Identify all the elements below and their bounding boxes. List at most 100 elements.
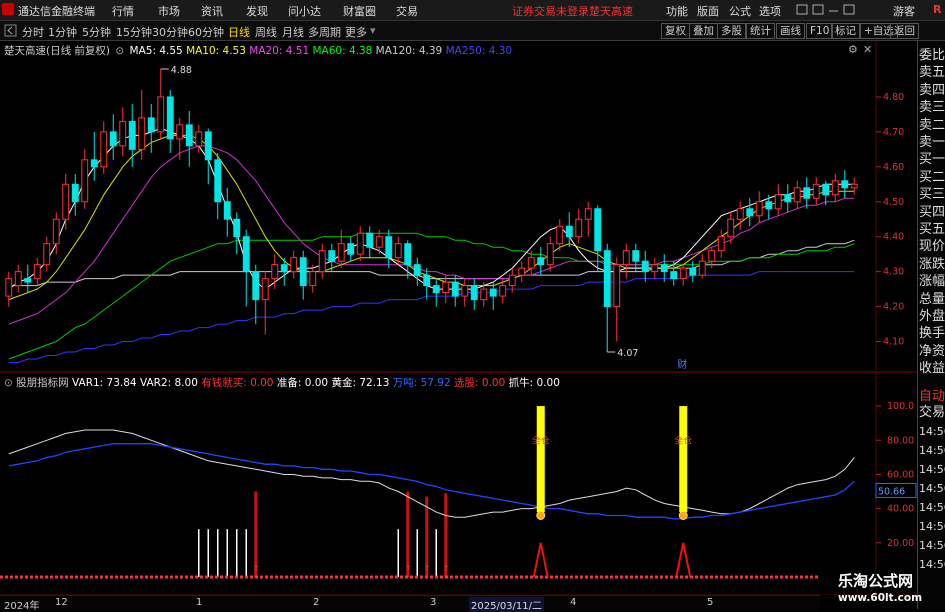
quote-label: 买二 bbox=[919, 169, 945, 185]
btn-duogu[interactable]: 多股 bbox=[717, 23, 746, 39]
red-arrow-icon: ↑ bbox=[424, 564, 431, 573]
candle-body bbox=[432, 285, 440, 294]
candle-body bbox=[138, 117, 146, 150]
red-spike bbox=[532, 542, 549, 578]
cai-marker: 财 bbox=[677, 358, 687, 371]
menu-caifuquan[interactable]: 财富圈 bbox=[343, 3, 376, 19]
btn-fuquan[interactable]: 复权 bbox=[661, 23, 690, 39]
window-icons bbox=[796, 4, 855, 15]
tf-fenshi[interactable]: 分时 bbox=[22, 24, 44, 40]
candle-body bbox=[603, 250, 611, 308]
menu-jiaoyi[interactable]: 交易 bbox=[396, 3, 418, 19]
tick-time: 14:56 bbox=[919, 463, 945, 476]
candle-body bbox=[793, 187, 801, 203]
ma120-label: MA120: 4.39 bbox=[375, 45, 443, 57]
watermark-url: www.60lt.com bbox=[838, 592, 923, 604]
date-label: 2 bbox=[313, 597, 320, 608]
tick-time: 14:56 bbox=[919, 558, 945, 571]
wandun-line bbox=[8, 443, 855, 520]
quote-label: 委比 bbox=[919, 48, 945, 63]
menu-xuanxiang[interactable]: 选项 bbox=[759, 3, 781, 19]
var2-label: VAR2: 8.00 bbox=[139, 377, 198, 389]
ind-axis-label: 20.00 bbox=[887, 538, 914, 549]
menu-hangqing[interactable]: 行情 bbox=[112, 3, 134, 19]
youqian-label: 有钱就买: 0.00 bbox=[201, 377, 274, 389]
btn-huaxian[interactable]: 画线 bbox=[776, 23, 805, 39]
r-icon[interactable]: R bbox=[933, 3, 941, 16]
btn-fanhui[interactable]: 返回 bbox=[890, 23, 919, 39]
tf-30min[interactable]: 30分钟 bbox=[152, 24, 188, 40]
candle-body bbox=[52, 218, 60, 245]
menu-zixun[interactable]: 资讯 bbox=[201, 3, 223, 19]
chart-settings-icon[interactable]: ⚙ bbox=[848, 43, 858, 56]
candle-body bbox=[442, 281, 450, 294]
btn-diejia[interactable]: 叠加 bbox=[689, 23, 718, 39]
quote-label: 买四 bbox=[919, 204, 945, 220]
btn-tongji[interactable]: 统计 bbox=[746, 23, 775, 39]
candle-body bbox=[850, 183, 858, 189]
stock-name-top: 楚天高速 bbox=[589, 5, 633, 18]
menu-gongneng[interactable]: 功能 bbox=[666, 3, 688, 19]
quote-label: 现价 bbox=[919, 239, 945, 255]
candle-body bbox=[546, 243, 554, 266]
candle-body bbox=[651, 264, 659, 273]
ind-axis-label: 40.00 bbox=[887, 504, 914, 515]
tf-day[interactable]: 日线 bbox=[228, 24, 250, 40]
btn-biaoji[interactable]: 标记 bbox=[831, 23, 860, 39]
indicator-settings-icon[interactable]: ⊙ bbox=[4, 377, 13, 389]
candle-body bbox=[71, 183, 79, 203]
tf-15min[interactable]: 15分钟 bbox=[116, 24, 152, 40]
candle-body bbox=[755, 201, 763, 217]
zhunbei-label: 准备: 0.00 bbox=[276, 377, 329, 389]
menu-shichang[interactable]: 市场 bbox=[158, 3, 180, 19]
candle-body bbox=[556, 225, 564, 245]
more-dropdown-icon[interactable]: ▾ bbox=[370, 24, 376, 37]
tf-week[interactable]: 周线 bbox=[255, 24, 277, 40]
candle-body bbox=[100, 131, 108, 168]
date-axis bbox=[0, 595, 820, 610]
menu-banmian[interactable]: 版面 bbox=[697, 3, 719, 19]
quote-label: 收益 bbox=[919, 361, 945, 377]
candle-body bbox=[736, 208, 744, 220]
stock-title: 楚天高速(日线 前复权) bbox=[4, 45, 111, 57]
quote-label: 涨幅 bbox=[919, 274, 945, 290]
back-icon-frame bbox=[4, 24, 17, 37]
settings-icon[interactable]: ⊙ bbox=[115, 45, 124, 57]
candle-body bbox=[375, 236, 383, 248]
watermark-name: 乐淘公式网 bbox=[822, 570, 917, 592]
candle-body bbox=[185, 124, 193, 147]
tf-multi[interactable]: 多周期 bbox=[308, 24, 341, 40]
signal-dot bbox=[536, 510, 546, 520]
candle-body bbox=[81, 159, 89, 203]
tf-1min[interactable]: 1分钟 bbox=[48, 24, 77, 40]
high-price-label: 4.88 bbox=[171, 65, 192, 76]
ind-axis-label: 80.00 bbox=[887, 435, 914, 446]
back-icon[interactable] bbox=[4, 24, 18, 37]
candle-body bbox=[299, 257, 307, 287]
candle-body bbox=[5, 278, 13, 297]
tf-more[interactable]: 更多 bbox=[345, 24, 367, 40]
candle-body bbox=[575, 218, 583, 238]
menu-faxian[interactable]: 发现 bbox=[246, 3, 268, 19]
trade-login-warning[interactable]: 证券交易未登录 bbox=[512, 3, 589, 19]
main-legend: 楚天高速(日线 前复权) ⊙ MA5: 4.55 MA10: 4.53 MA20… bbox=[4, 43, 512, 58]
user-guest[interactable]: 游客 bbox=[893, 3, 915, 19]
candle-body bbox=[632, 250, 640, 262]
menu-wenxiaoda[interactable]: 问小达 bbox=[288, 3, 321, 19]
price-axis-label: 4.10 bbox=[883, 337, 904, 348]
candle-body bbox=[670, 271, 678, 280]
quote-tab[interactable]: 交易 bbox=[919, 404, 945, 421]
tf-60min[interactable]: 60分钟 bbox=[188, 24, 224, 40]
tf-month[interactable]: 月线 bbox=[282, 24, 304, 40]
quote-label: 买三 bbox=[919, 187, 945, 203]
tick-time: 14:56 bbox=[919, 539, 945, 552]
period-toolbar: 分时 1分钟 5分钟 15分钟 30分钟 60分钟 日线 周线 月线 多周期 更… bbox=[0, 21, 945, 41]
btn-f10[interactable]: F10 bbox=[806, 23, 834, 39]
chart-close-icon[interactable]: ✕ bbox=[863, 43, 872, 56]
candle-body bbox=[527, 257, 535, 269]
menu-gongshi[interactable]: 公式 bbox=[729, 3, 751, 19]
candle-body bbox=[537, 257, 545, 266]
tf-5min[interactable]: 5分钟 bbox=[82, 24, 111, 40]
quote-tab[interactable]: 自动 bbox=[919, 388, 945, 405]
kline-chart[interactable]: 4.80 4.70 4.60 4.50 4.40 4.30 4.20 4.10 4.88 4.0… bbox=[0, 41, 917, 595]
